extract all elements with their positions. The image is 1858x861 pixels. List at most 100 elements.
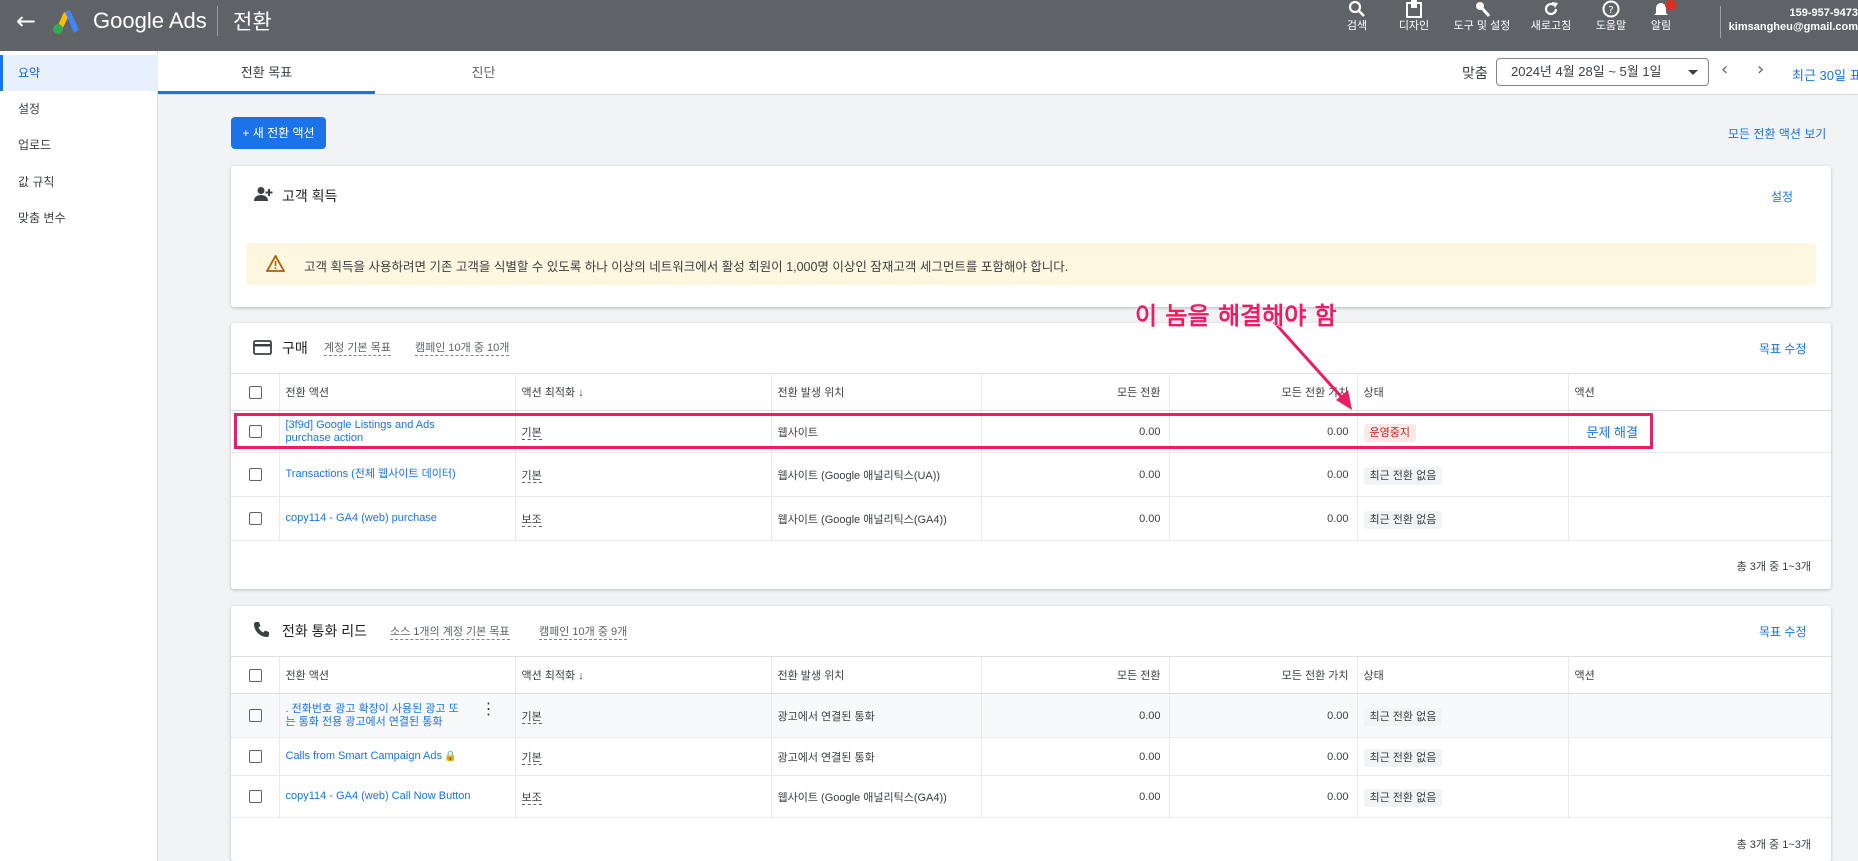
goal-tag-campaigns[interactable]: 캠페인 10개 중 9개	[539, 625, 628, 640]
more-vert-icon[interactable]: ⋮	[481, 701, 497, 717]
refresh-icon	[1544, 2, 1558, 16]
status-badge: 최근 전환 없음	[1363, 510, 1443, 529]
row-checkbox[interactable]	[231, 496, 279, 541]
search-tool-label: 검색	[1346, 20, 1368, 32]
status-badge: 최근 전환 없음	[1363, 788, 1443, 807]
brand-divider	[217, 6, 218, 36]
search-icon	[1348, 0, 1365, 17]
pagination-count: 총 3개 중 1~3개	[1736, 839, 1811, 851]
tools-settings-tool[interactable]: 도구 및 설정	[1449, 0, 1515, 33]
all-value-cell: 0.00	[1168, 496, 1357, 541]
refresh-tool[interactable]: 새로고침	[1518, 0, 1584, 33]
sidebar: 요약 설정 업로드 값 규칙 맞춤 변수	[0, 51, 158, 861]
page-title: 전환	[233, 11, 272, 34]
column-header-sortable[interactable]: 액션 최적화 ↓	[514, 373, 771, 411]
card-title: 고객 획득	[282, 188, 338, 204]
optimization-value[interactable]: 보조	[521, 513, 542, 527]
edit-goal-link[interactable]: 목표 수정	[1759, 623, 1807, 640]
column-header: 전환 액션	[278, 656, 515, 694]
sidebar-item-value-rules[interactable]: 값 규칙	[0, 164, 158, 200]
annotation-arrow-icon	[1272, 320, 1352, 410]
action-cell	[1567, 693, 1831, 738]
column-header-label: 액션 최적화	[521, 670, 576, 682]
row-checkbox[interactable]	[231, 737, 279, 776]
next-period-icon[interactable]: ›	[1757, 59, 1764, 80]
all-conversions-cell: 0.00	[980, 775, 1169, 818]
card-title: 전화 통화 리드	[282, 623, 368, 639]
select-all-checkbox[interactable]	[231, 373, 279, 411]
new-conversion-action-button[interactable]: + 새 전환 액션	[231, 117, 326, 149]
prev-period-icon[interactable]: ‹	[1721, 59, 1728, 80]
sidebar-item-summary[interactable]: 요약	[0, 55, 158, 91]
view-all-conversion-actions-link[interactable]: 모든 전환 액션 보기	[1728, 125, 1826, 142]
sidebar-item-uploads[interactable]: 업로드	[0, 127, 158, 163]
row-checkbox[interactable]	[231, 693, 279, 738]
notifications-tool[interactable]: 알림	[1628, 0, 1694, 33]
status-cell: 최근 전환 없음	[1356, 775, 1568, 818]
goal-tag-campaigns[interactable]: 캠페인 10개 중 10개	[415, 341, 510, 356]
source-cell: 웹사이트 (Google 애널리틱스(UA))	[770, 452, 981, 497]
optimization-value[interactable]: 보조	[521, 791, 542, 805]
purchase-table: 전환 액션 액션 최적화 ↓ 전환 발생 위치 모든 전환 모든 전환 가치 상…	[231, 373, 1831, 541]
edit-goal-link[interactable]: 목표 수정	[1759, 340, 1807, 357]
goal-tag-account-default[interactable]: 소스 1개의 계정 기본 목표	[390, 625, 510, 640]
optimization-cell: 보조	[514, 775, 771, 818]
action-name: copy114 - GA4 (web) Call Now Button	[285, 790, 471, 802]
sort-arrow-icon: ↓	[578, 670, 584, 682]
optimization-cell: 기본	[514, 452, 771, 497]
sidebar-item-custom-variables[interactable]: 맞춤 변수	[0, 200, 158, 236]
design-tool[interactable]: 디자인	[1381, 0, 1447, 33]
row-checkbox[interactable]	[231, 452, 279, 497]
tools-settings-label: 도구 및 설정	[1453, 20, 1511, 32]
all-value-cell: 0.00	[1168, 452, 1357, 497]
all-value-cell: 0.00	[1168, 693, 1357, 738]
warning-icon	[266, 255, 285, 272]
account-switcher[interactable]: 159-957-9473 kimsangheu@gmail.com	[1729, 6, 1858, 34]
column-header: 액션	[1567, 656, 1831, 694]
conversion-action-link[interactable]: ⋮ . 전화번호 광고 확장이 사용된 광고 또는 통화 전용 광고에서 연결된 …	[278, 693, 515, 738]
status-cell: 최근 전환 없음	[1356, 737, 1568, 776]
sidebar-item-settings[interactable]: 설정	[0, 91, 158, 127]
design-tool-label: 디자인	[1398, 20, 1430, 32]
action-cell	[1567, 496, 1831, 541]
conversion-action-link[interactable]: Transactions (전체 웹사이트 데이터)	[278, 452, 515, 497]
table-row: Calls from Smart Campaign Ads 🔒 기본 광고에서 연…	[231, 737, 1831, 776]
credit-card-icon	[253, 340, 272, 355]
select-all-checkbox[interactable]	[231, 656, 279, 694]
row-checkbox[interactable]	[231, 775, 279, 818]
notification-badge	[1665, 0, 1677, 10]
column-header: 전환 액션	[278, 373, 515, 411]
tab-diagnostics[interactable]: 진단	[375, 51, 592, 94]
table-row: copy114 - GA4 (web) Call Now Button 보조 웹…	[231, 775, 1831, 818]
annotation-text: 이 놈을 해결해야 함	[1135, 302, 1338, 331]
conversion-action-link[interactable]: copy114 - GA4 (web) Call Now Button	[278, 775, 515, 818]
goal-tag-account-default[interactable]: 계정 기본 목표	[324, 341, 391, 356]
action-name-cont: 는 통화 전용 광고에서 연결된 통화	[285, 715, 443, 728]
source-cell: 광고에서 연결된 통화	[770, 693, 981, 738]
optimization-value[interactable]: 기본	[521, 751, 542, 765]
date-range-select[interactable]: 2024년 4월 28일 ~ 5월 1일	[1496, 58, 1709, 86]
column-header-sortable[interactable]: 액션 최적화 ↓	[514, 656, 771, 694]
optimization-value[interactable]: 기본	[521, 469, 542, 483]
conversion-action-link[interactable]: Calls from Smart Campaign Ads 🔒	[278, 737, 515, 776]
table-row: copy114 - GA4 (web) purchase 보조 웹사이트 (Go…	[231, 496, 1831, 541]
tab-strip: 전환 목표 진단 맞춤 2024년 4월 28일 ~ 5월 1일 ‹ › 최근 …	[0, 51, 1858, 95]
back-arrow-icon[interactable]: ←	[16, 9, 36, 33]
all-value-cell: 0.00	[1168, 775, 1357, 818]
status-badge: 최근 전환 없음	[1363, 466, 1443, 485]
wrench-icon	[1476, 2, 1491, 17]
all-conversions-cell: 0.00	[980, 693, 1169, 738]
optimization-value[interactable]: 기본	[521, 710, 542, 724]
help-icon: ?	[1602, 0, 1620, 18]
column-header: 모든 전환	[980, 373, 1169, 411]
conversion-action-link[interactable]: copy114 - GA4 (web) purchase	[278, 496, 515, 541]
recent-period-link[interactable]: 최근 30일 표	[1792, 65, 1858, 84]
column-header: 모든 전환	[980, 656, 1169, 694]
acquisition-settings-link[interactable]: 설정	[1771, 188, 1793, 205]
chevron-down-icon	[1688, 70, 1698, 75]
action-cell	[1567, 775, 1831, 818]
design-icon	[1406, 0, 1422, 18]
date-range-label: 맞춤	[1462, 66, 1488, 82]
table-header-row: 전환 액션 액션 최적화 ↓ 전환 발생 위치 모든 전환 모든 전환 가치 상…	[231, 656, 1831, 694]
tab-conversion-goals[interactable]: 전환 목표	[158, 51, 375, 94]
